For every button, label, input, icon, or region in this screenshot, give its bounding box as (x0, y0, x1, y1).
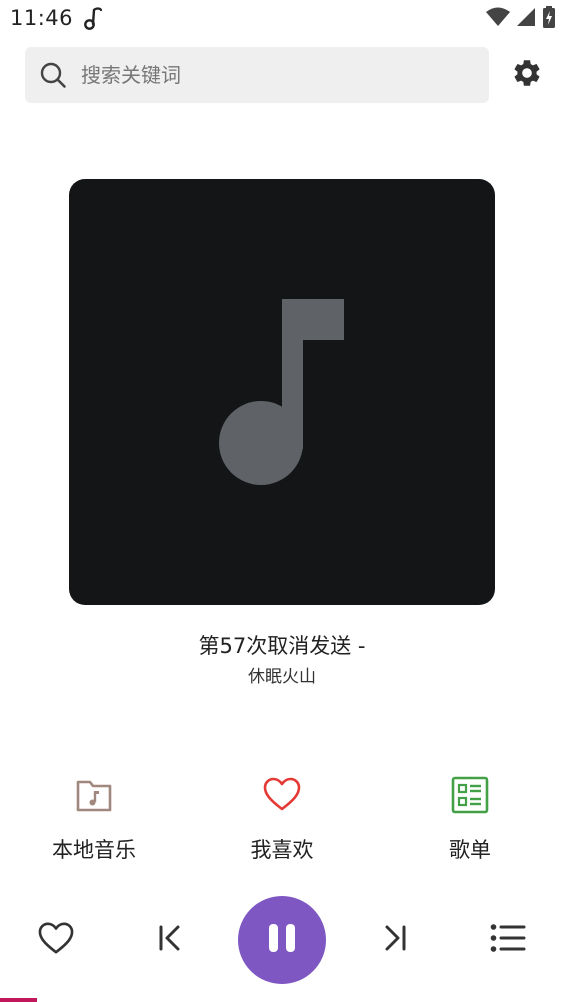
cellular-signal-icon (516, 7, 536, 31)
heart-outline-icon (37, 921, 75, 959)
shortcut-local-music[interactable]: 本地音乐 (19, 770, 169, 870)
gear-icon (511, 57, 543, 93)
skip-next-icon (381, 924, 409, 956)
battery-charging-icon (542, 6, 556, 32)
album-cover[interactable] (69, 179, 495, 605)
favorite-button[interactable] (34, 918, 78, 962)
playback-progress-fill (0, 998, 37, 1002)
music-note-icon (82, 7, 104, 31)
pause-icon (264, 920, 300, 960)
settings-button[interactable] (508, 56, 546, 94)
playlist-icon (450, 775, 490, 815)
heart-icon (262, 775, 302, 815)
search-box[interactable] (25, 47, 489, 103)
pause-button[interactable] (238, 896, 326, 984)
shortcut-label: 我喜欢 (250, 838, 314, 862)
status-icons (486, 6, 556, 32)
skip-previous-icon (156, 924, 184, 956)
next-button[interactable] (373, 918, 417, 962)
queue-list-icon (490, 923, 526, 957)
track-title[interactable]: 第57次取消发送 - (0, 630, 564, 660)
music-note-icon (219, 299, 344, 485)
shortcut-label: 歌单 (449, 838, 491, 862)
search-icon (39, 61, 67, 89)
playback-progress-bar[interactable] (0, 998, 564, 1002)
wifi-icon (486, 7, 510, 31)
search-input[interactable] (81, 47, 477, 103)
status-bar: 11:46 (0, 0, 564, 38)
shortcut-playlists[interactable]: 歌单 (395, 770, 545, 870)
previous-button[interactable] (148, 918, 192, 962)
shortcut-label: 本地音乐 (52, 838, 136, 862)
shortcut-favorites[interactable]: 我喜欢 (207, 770, 357, 870)
queue-button[interactable] (486, 918, 530, 962)
track-artist[interactable]: 休眠火山 (0, 662, 564, 687)
status-time: 11:46 (10, 6, 74, 30)
music-folder-icon (74, 775, 114, 815)
